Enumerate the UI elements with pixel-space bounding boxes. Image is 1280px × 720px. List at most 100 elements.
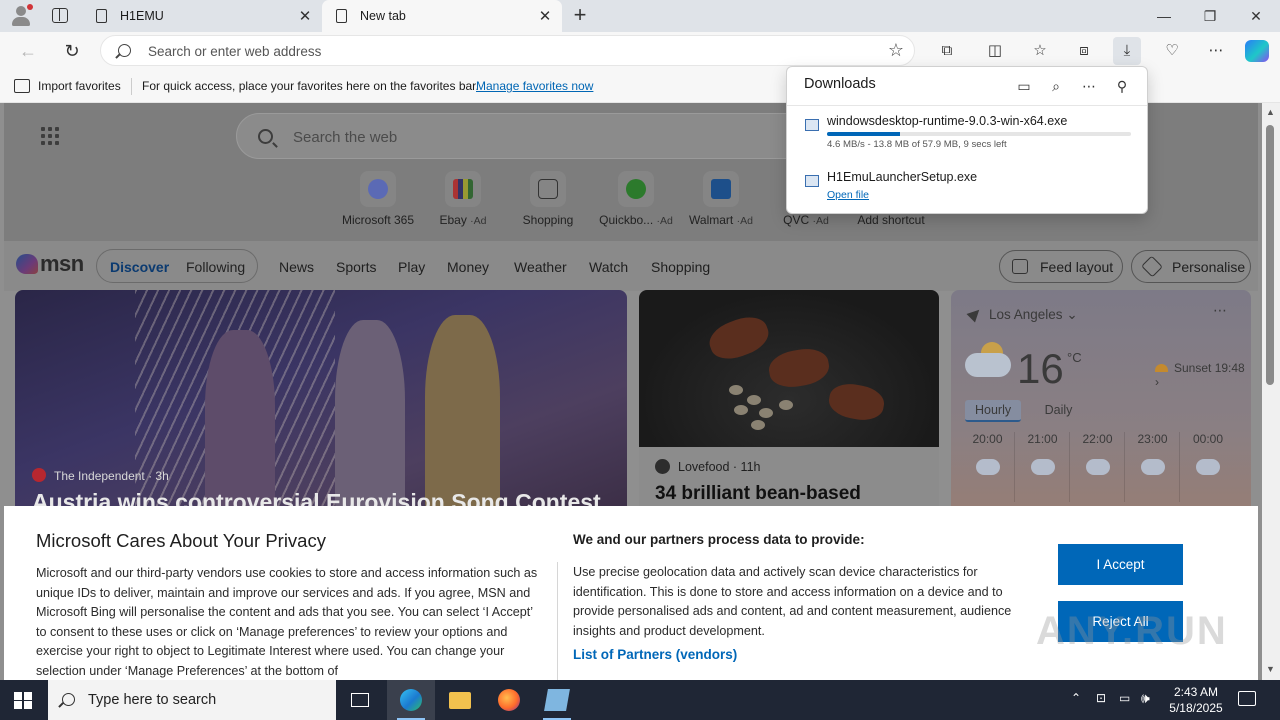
nav-sports[interactable]: Sports — [336, 259, 376, 275]
download-progress-bar — [827, 132, 1131, 136]
import-icon — [14, 79, 30, 93]
tab-discover[interactable]: Discover — [110, 259, 169, 275]
feed-layout-button[interactable]: Feed layout — [999, 250, 1123, 283]
tab-h1emu[interactable]: H1EMU ✕ — [82, 0, 322, 32]
tab-hourly[interactable]: Hourly — [965, 400, 1022, 422]
shortcut-label: QVC ·Ad — [783, 213, 829, 227]
shortcut-microsoft-365[interactable]: Microsoft 365 — [333, 171, 423, 231]
more-options-icon[interactable]: ⋯ — [1078, 75, 1100, 97]
address-bar[interactable]: ☆ — [100, 35, 915, 66]
partly-cloudy-icon — [975, 453, 1000, 475]
minimize-button[interactable]: — — [1141, 0, 1187, 32]
close-window-button[interactable]: ✕ — [1233, 0, 1279, 32]
search-icon — [62, 693, 75, 706]
taskbar-search[interactable] — [48, 680, 336, 720]
extensions-icon[interactable]: ⧉ — [933, 37, 961, 65]
tab-following[interactable]: Following — [186, 259, 245, 275]
more-options-icon[interactable]: ⋯ — [1213, 302, 1227, 319]
hour-slot: 23:00 — [1126, 432, 1180, 502]
taskbar-clock[interactable]: 2:43 AM 5/18/2025 — [1164, 684, 1228, 716]
open-file-link[interactable]: Open file — [827, 189, 869, 201]
feed-toggle: Discover Following — [96, 249, 258, 283]
network-icon[interactable]: ▭ — [1119, 691, 1130, 720]
temperature-unit: °C — [1067, 350, 1082, 365]
firefox-icon[interactable] — [485, 680, 533, 720]
scroll-down-icon[interactable]: ▼ — [1266, 664, 1275, 674]
edge-taskbar-icon[interactable] — [387, 680, 435, 720]
copilot-icon[interactable] — [1245, 40, 1269, 62]
downloads-icon[interactable]: ⤓ — [1113, 37, 1141, 65]
weather-card[interactable]: Los Angeles ⌄ ⋯ 16 °C Sunset 19:48 › Hou… — [951, 290, 1251, 520]
browser-essentials-icon[interactable]: ♡ — [1158, 37, 1186, 65]
nav-watch[interactable]: Watch — [589, 259, 628, 275]
back-button[interactable]: ← — [13, 36, 43, 66]
tab-strip: H1EMU ✕ New tab ✕ + — ❐ ✕ — [0, 0, 1280, 32]
page-scrollbar[interactable]: ▲ ▼ — [1262, 103, 1280, 680]
settings-more-icon[interactable]: ⋯ — [1202, 37, 1230, 65]
search-icon — [118, 44, 131, 57]
partly-cloudy-icon — [1140, 453, 1165, 475]
lovefood-logo-icon — [655, 459, 670, 474]
apps-grid-icon[interactable] — [41, 127, 61, 147]
collections-icon[interactable]: ⧈ — [1070, 37, 1098, 65]
sunset-time[interactable]: Sunset 19:48 › — [1155, 361, 1251, 389]
privacy-body: Microsoft and our third-party vendors us… — [36, 566, 538, 678]
hour-slot: 20:00 — [961, 432, 1015, 502]
close-tab-icon[interactable]: ✕ — [294, 7, 316, 25]
shortcut-ebay[interactable]: Ebay ·Ad — [418, 171, 508, 231]
pin-icon[interactable]: ⚲ — [1111, 75, 1133, 97]
scroll-up-icon[interactable]: ▲ — [1266, 107, 1275, 117]
temperature: 16 — [1017, 345, 1064, 392]
profile-icon[interactable] — [8, 4, 34, 28]
location-icon — [966, 305, 984, 323]
scroll-thumb[interactable] — [1266, 125, 1274, 385]
nav-weather[interactable]: Weather — [514, 259, 567, 275]
folder-icon[interactable]: ▭ — [1013, 75, 1035, 97]
news-card-eurovision[interactable]: The Independent · 3h Austria wins contro… — [15, 290, 627, 520]
divider — [557, 562, 558, 680]
tab-daily[interactable]: Daily — [1035, 400, 1083, 420]
split-screen-icon[interactable]: ◫ — [981, 37, 1009, 65]
task-view-icon[interactable] — [336, 680, 384, 720]
favorite-star-icon[interactable]: ☆ — [888, 40, 904, 61]
show-hidden-icons[interactable]: ⌃ — [1071, 691, 1081, 720]
card-source: The Independent · 3h — [32, 468, 169, 483]
restore-button[interactable]: ❐ — [1187, 0, 1233, 32]
accept-button[interactable]: I Accept — [1058, 544, 1183, 585]
shortcut-shopping[interactable]: Shopping — [503, 171, 593, 231]
volume-icon[interactable]: 🕪 — [1141, 690, 1150, 720]
shortcut-walmart[interactable]: Walmart ·Ad — [676, 171, 766, 231]
nav-shopping[interactable]: Shopping — [651, 259, 710, 275]
nav-play[interactable]: Play — [398, 259, 425, 275]
close-tab-icon[interactable]: ✕ — [534, 7, 556, 25]
personalise-button[interactable]: Personalise — [1131, 250, 1251, 283]
nav-news[interactable]: News — [279, 259, 314, 275]
file-explorer-icon[interactable] — [436, 680, 484, 720]
windows-start-icon[interactable] — [14, 692, 32, 709]
hour-slot: 00:00 — [1181, 432, 1235, 502]
refresh-button[interactable]: ↻ — [57, 36, 87, 66]
walmart-icon — [711, 179, 731, 199]
network-status-icon[interactable]: ⊡ — [1096, 691, 1106, 720]
partners-link[interactable]: List of Partners (vendors) — [573, 647, 737, 662]
new-tab-button[interactable]: + — [568, 3, 592, 27]
manage-favorites-link[interactable]: Manage favorites now — [476, 79, 593, 93]
forecast-tabs: Hourly Daily — [965, 400, 1082, 422]
nav-money[interactable]: Money — [447, 259, 489, 275]
weather-location[interactable]: Los Angeles ⌄ — [989, 307, 1078, 323]
favorites-icon[interactable]: ☆ — [1026, 37, 1054, 65]
notifications-icon[interactable] — [1238, 691, 1256, 706]
taskbar-search-input[interactable] — [88, 690, 318, 710]
search-icon[interactable]: ⌕ — [1045, 75, 1067, 97]
card-source: Lovefood · 11h — [655, 459, 760, 474]
partly-cloudy-icon — [1030, 453, 1055, 475]
tab-new-tab[interactable]: New tab ✕ — [322, 0, 562, 32]
address-input[interactable] — [148, 41, 848, 61]
tab-actions-icon[interactable] — [52, 8, 68, 23]
download-filename: windowsdesktop-runtime-9.0.3-win-x64.exe — [827, 114, 1068, 128]
news-card-beans[interactable]: Lovefood · 11h 34 brilliant bean-based — [639, 290, 939, 520]
import-favorites-button[interactable]: Import favorites — [38, 79, 121, 93]
shortcut-quickbooks[interactable]: Quickbo... ·Ad — [591, 171, 681, 231]
app-taskbar-icon[interactable] — [533, 680, 581, 720]
shortcut-label: Microsoft 365 — [341, 213, 415, 227]
